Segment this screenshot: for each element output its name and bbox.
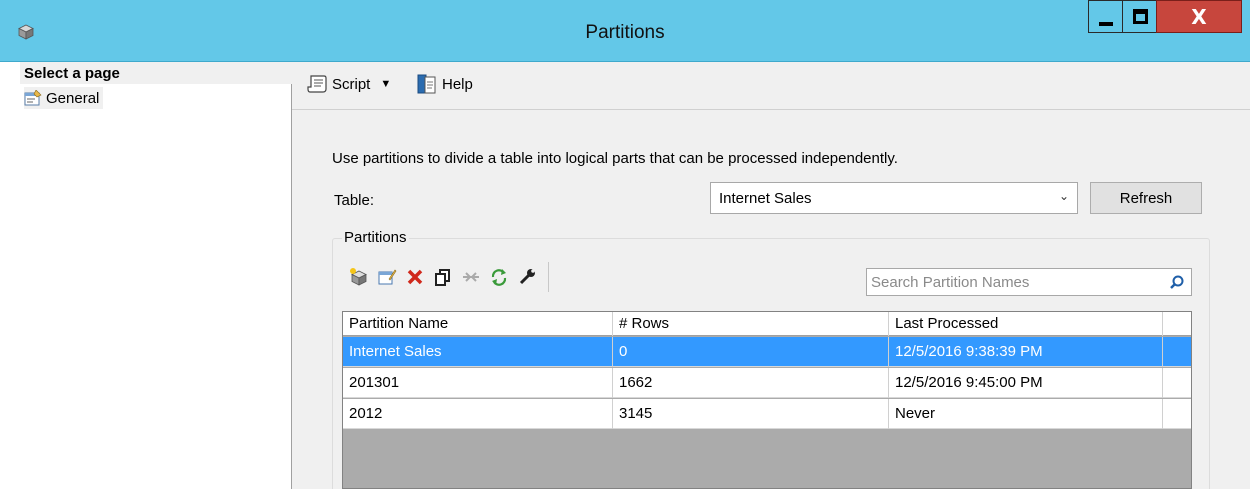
partitions-group-label: Partitions bbox=[342, 229, 409, 246]
merge-partitions-icon[interactable] bbox=[460, 266, 482, 288]
partition-search-box[interactable] bbox=[866, 268, 1192, 296]
partition-properties-icon[interactable] bbox=[516, 266, 538, 288]
row-end-cell bbox=[1163, 399, 1191, 429]
main-pane: Script ▼ Help Use partitions to divide a… bbox=[292, 62, 1250, 489]
new-partition-icon[interactable] bbox=[348, 266, 370, 288]
chevron-down-icon: ⌄ bbox=[1058, 189, 1069, 203]
rows-cell: 0 bbox=[613, 337, 889, 367]
table-row[interactable]: 201301 1662 12/5/2016 9:45:00 PM bbox=[343, 368, 1191, 398]
column-header-spacer bbox=[1163, 312, 1191, 336]
column-header[interactable]: Partition Name bbox=[343, 312, 613, 336]
process-partition-icon[interactable] bbox=[488, 266, 510, 288]
copy-partition-icon[interactable] bbox=[432, 266, 454, 288]
column-header[interactable]: Last Processed bbox=[889, 312, 1163, 336]
search-icon[interactable] bbox=[1169, 274, 1185, 290]
page-item-general[interactable]: General bbox=[24, 87, 104, 109]
description-text: Use partitions to divide a table into lo… bbox=[332, 150, 898, 167]
refresh-button[interactable]: Refresh bbox=[1090, 182, 1202, 214]
select-page-header: Select a page bbox=[20, 62, 292, 84]
row-end-cell bbox=[1163, 337, 1191, 367]
partitions-grid: Partition Name # Rows Last Processed Int… bbox=[342, 311, 1192, 489]
window-title: Partitions bbox=[585, 22, 665, 43]
table-label: Table: bbox=[334, 192, 375, 209]
page-item-label: General bbox=[46, 89, 100, 107]
table-row[interactable]: 2012 3145 Never bbox=[343, 399, 1191, 429]
delete-partition-icon[interactable] bbox=[404, 266, 426, 288]
last-processed-cell: 12/5/2016 9:45:00 PM bbox=[889, 368, 1163, 398]
minimize-icon bbox=[1099, 22, 1113, 26]
last-processed-cell: 12/5/2016 9:38:39 PM bbox=[889, 337, 1163, 367]
page-selector-pane: Select a page General bbox=[20, 62, 292, 489]
partition-name-cell: 201301 bbox=[343, 368, 613, 398]
title-bar: Partitions X bbox=[0, 0, 1250, 62]
script-icon bbox=[307, 75, 327, 93]
rows-cell: 1662 bbox=[613, 368, 889, 398]
rows-cell: 3145 bbox=[613, 399, 889, 429]
edit-partition-icon[interactable] bbox=[376, 266, 398, 288]
script-dropdown-arrow-icon[interactable]: ▼ bbox=[380, 78, 391, 90]
script-label: Script bbox=[332, 75, 371, 93]
minimize-button[interactable] bbox=[1088, 0, 1123, 33]
partition-name-cell: 2012 bbox=[343, 399, 613, 429]
close-button[interactable]: X bbox=[1156, 0, 1242, 33]
last-processed-cell: Never bbox=[889, 399, 1163, 429]
help-label: Help bbox=[442, 75, 473, 93]
table-row[interactable]: Internet Sales 0 12/5/2016 9:38:39 PM bbox=[343, 337, 1191, 367]
partition-toolbar bbox=[348, 262, 549, 292]
search-input[interactable] bbox=[871, 273, 1161, 291]
script-button[interactable]: Script ▼ bbox=[306, 72, 391, 96]
properties-page-icon bbox=[24, 90, 42, 106]
table-select-value: Internet Sales bbox=[719, 189, 812, 207]
column-header[interactable]: # Rows bbox=[613, 312, 889, 336]
maximize-button[interactable] bbox=[1122, 0, 1157, 33]
partition-name-cell: Internet Sales bbox=[343, 337, 613, 367]
toolbar: Script ▼ Help bbox=[292, 62, 1250, 110]
row-end-cell bbox=[1163, 368, 1191, 398]
maximize-icon bbox=[1133, 9, 1148, 24]
table-select[interactable]: Internet Sales ⌄ bbox=[710, 182, 1078, 214]
help-button[interactable]: Help bbox=[416, 72, 473, 96]
help-icon bbox=[417, 74, 436, 94]
close-icon: X bbox=[1191, 5, 1207, 29]
grid-header: Partition Name # Rows Last Processed bbox=[343, 312, 1191, 336]
